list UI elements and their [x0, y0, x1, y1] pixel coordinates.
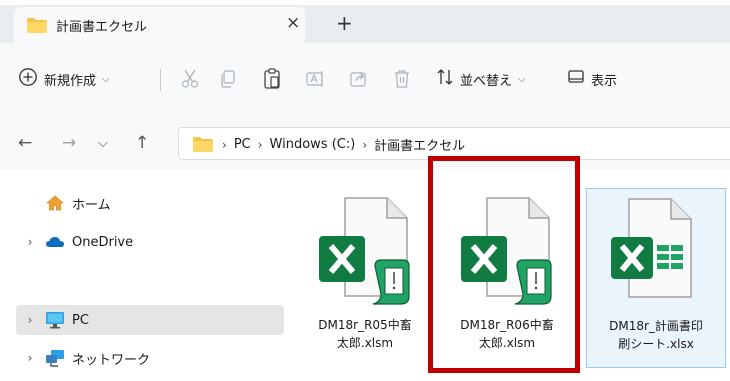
file-item-print-sheet[interactable]: DM18r_計画書印 刷シート.xlsx [586, 188, 726, 368]
copy-icon[interactable] [219, 67, 237, 91]
back-arrow-icon[interactable]: ← [18, 133, 32, 153]
new-button[interactable]: 新規作成 ⌵ [18, 67, 110, 91]
breadcrumb-drive[interactable]: Windows (C:) [270, 137, 356, 152]
sidebar-item-label: ネットワーク [72, 352, 151, 368]
tab-close-button[interactable]: × [286, 13, 300, 33]
excel-file-icon [611, 198, 692, 298]
breadcrumb-chevron-icon[interactable]: › [222, 138, 227, 152]
command-bar: 新規作成 ⌵ 並べ替え ⌵ 表示 [0, 43, 730, 118]
sort-icon [436, 68, 454, 90]
new-button-label: 新規作成 [44, 73, 97, 89]
breadcrumb-folder[interactable]: 計画書エクセル [374, 135, 465, 154]
toolbar-divider [160, 69, 161, 91]
view-button[interactable]: 表示 [567, 67, 617, 91]
recent-chevron-icon[interactable]: ⌵ [98, 136, 108, 151]
file-name: DM18r_計画書印 刷シート.xlsx [609, 319, 703, 351]
chevron-down-icon: ⌵ [518, 73, 526, 85]
view-icon [567, 68, 585, 90]
expand-chevron-icon[interactable]: › [16, 235, 44, 249]
sidebar-item-label: OneDrive [72, 234, 134, 250]
folder-icon [27, 18, 47, 37]
folder-icon [193, 137, 213, 152]
add-circle-icon [18, 67, 38, 91]
breadcrumb-chevron-icon[interactable]: › [258, 138, 263, 152]
paste-icon[interactable] [263, 67, 281, 91]
breadcrumb: › PC › Windows (C:) › 計画書エクセル [193, 135, 465, 154]
file-name: DM18r_R05中畜 太郎.xlsm [318, 318, 412, 350]
network-icon [44, 349, 66, 367]
sidebar-item-home[interactable]: ホーム [16, 188, 284, 218]
sidebar-item-pc[interactable]: › PC [16, 305, 284, 335]
navigation-pane: ホーム › OneDrive › PC › ネットワーク [0, 170, 295, 381]
sort-button-label: 並べ替え [460, 73, 513, 89]
share-icon[interactable] [349, 67, 369, 91]
tab-active[interactable]: 計画書エクセル × [14, 7, 305, 43]
sort-button[interactable]: 並べ替え ⌵ [436, 67, 526, 91]
forward-arrow-icon[interactable]: → [62, 133, 76, 153]
rename-icon[interactable] [306, 67, 326, 91]
home-icon [44, 195, 66, 211]
sidebar-item-label: ホーム [72, 197, 111, 213]
address-bar-row: ← → ⌵ ↑ › PC › Windows (C:) › 計画書エクセル [0, 118, 730, 170]
expand-chevron-icon[interactable]: › [16, 351, 44, 365]
cut-icon[interactable] [181, 67, 199, 91]
delete-icon[interactable] [393, 67, 411, 91]
tab-title: 計画書エクセル [56, 20, 148, 35]
excel-macro-file-icon [319, 197, 410, 305]
cloud-icon [44, 236, 66, 248]
sidebar-item-label: PC [72, 312, 89, 328]
breadcrumb-chevron-icon[interactable]: › [362, 138, 367, 152]
monitor-icon [44, 311, 66, 329]
expand-chevron-icon[interactable]: › [16, 313, 44, 327]
up-arrow-icon[interactable]: ↑ [135, 133, 149, 153]
chevron-down-icon: ⌵ [102, 73, 110, 85]
sidebar-item-network[interactable]: › ネットワーク [16, 343, 284, 373]
view-button-label: 表示 [591, 73, 618, 89]
file-item-r05[interactable]: DM18r_R05中畜 太郎.xlsm [295, 188, 435, 368]
breadcrumb-pc[interactable]: PC [234, 137, 251, 152]
tab-bar: 計画書エクセル × + [0, 5, 730, 43]
sidebar-item-onedrive[interactable]: › OneDrive [16, 227, 284, 257]
new-tab-button[interactable]: + [336, 11, 353, 35]
highlight-box [428, 156, 580, 373]
